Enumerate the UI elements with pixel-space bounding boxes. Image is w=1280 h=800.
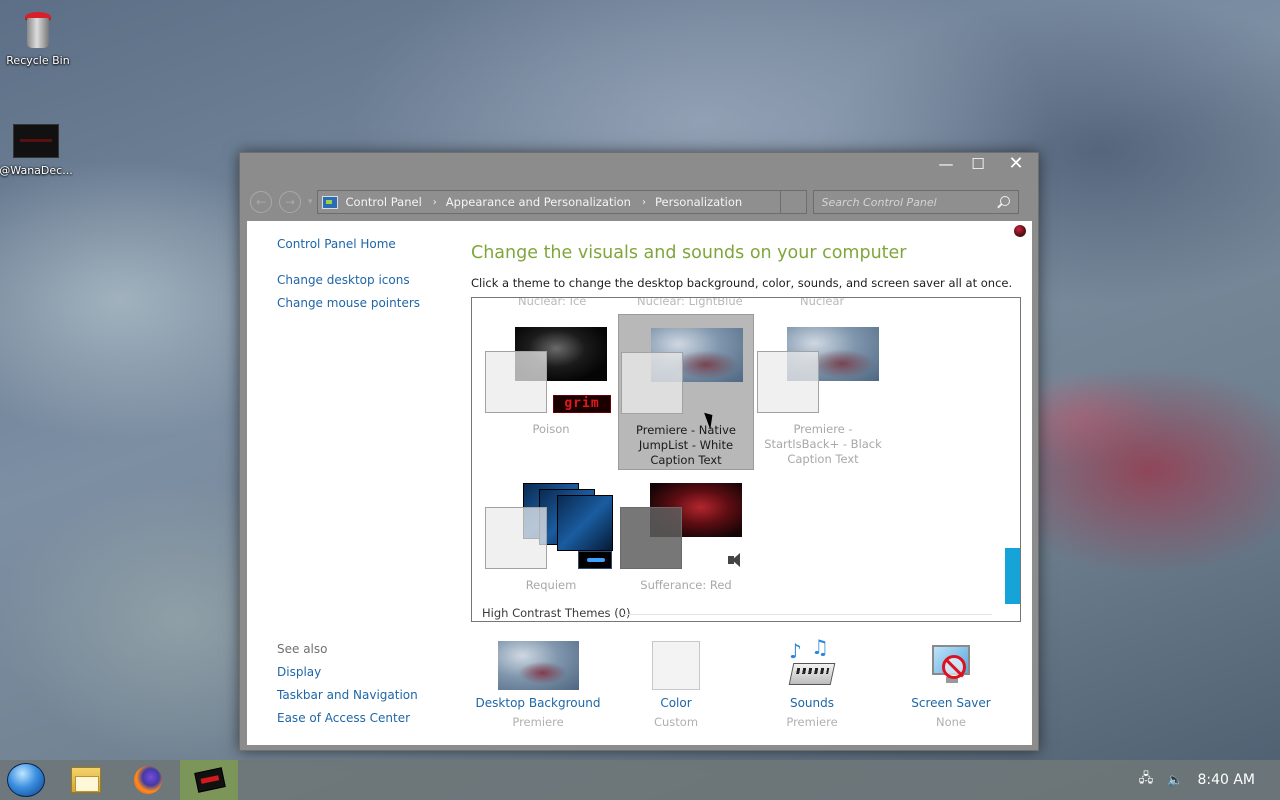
search-icon[interactable] — [999, 196, 1010, 206]
wanacry-app-icon — [194, 767, 226, 793]
taskbar-firefox[interactable] — [118, 760, 176, 800]
theme-sufferance-red[interactable]: Sufferance: Red — [618, 470, 754, 621]
firefox-icon — [134, 766, 162, 794]
change-mouse-pointers-link[interactable]: Change mouse pointers — [277, 296, 420, 310]
page-title: Change the visuals and sounds on your co… — [471, 243, 907, 263]
breadcrumb-personalization[interactable]: Personalization — [655, 195, 742, 209]
taskbar-file-explorer[interactable] — [56, 760, 114, 800]
file-explorer-icon — [71, 767, 101, 793]
screen-saver-value: None — [935, 715, 966, 729]
search-input[interactable] — [821, 195, 992, 209]
address-dropdown-button[interactable] — [779, 191, 806, 213]
desktop-background-label[interactable]: Desktop Background — [473, 696, 603, 710]
display-link[interactable]: Display — [277, 665, 321, 679]
breadcrumb-appearance[interactable]: Appearance and Personalization — [446, 195, 631, 209]
taskbar: 🖧 🔈 8:40 AM — [0, 760, 1280, 800]
theme-name-partial[interactable]: Nuclear: LightBlue — [637, 298, 743, 308]
navigation-bar: ← → ▾ Control Panel › Appearance and Per… — [250, 189, 1030, 215]
desktop-icon-label: @WanaDec... — [0, 164, 73, 177]
theme-poison[interactable]: grim Poison — [483, 314, 619, 470]
desktop-icon-recycle-bin[interactable]: Recycle Bin — [0, 10, 76, 67]
theme-premiere-native-jumplist[interactable]: Premiere - Native JumpList - White Capti… — [618, 314, 754, 470]
color-value: Custom — [653, 715, 699, 729]
window-controls: — ☐ ✕ — [930, 153, 1038, 179]
address-bar[interactable]: Control Panel › Appearance and Personali… — [316, 190, 807, 214]
theme-name: Poison — [532, 422, 570, 436]
control-panel-icon — [321, 195, 338, 209]
theme-color-swatch — [621, 352, 683, 414]
sounds-label[interactable]: Sounds — [747, 696, 877, 710]
breadcrumb-control-panel[interactable]: Control Panel — [346, 195, 422, 209]
sounds-value: Premiere — [786, 715, 838, 729]
theme-color-swatch — [757, 351, 819, 413]
theme-color-swatch — [620, 507, 682, 569]
screen-saver-label[interactable]: Screen Saver — [886, 696, 1016, 710]
change-desktop-icons-link[interactable]: Change desktop icons — [277, 273, 410, 287]
theme-color-swatch — [485, 507, 547, 569]
taskbar-and-navigation-link[interactable]: Taskbar and Navigation — [277, 688, 418, 702]
theme-color-swatch — [485, 351, 547, 413]
desktop-background-value: Premiere — [512, 715, 564, 729]
color-label[interactable]: Color — [611, 696, 741, 710]
ease-of-access-center-link[interactable]: Ease of Access Center — [277, 711, 410, 725]
theme-name: Requiem — [525, 578, 577, 592]
desktop-icon-wanadecryptor[interactable]: @WanaDec... — [0, 124, 74, 177]
content-area: Control Panel Home Change desktop icons … — [247, 221, 1032, 745]
back-button[interactable]: ← — [250, 191, 272, 213]
personalization-window: — ☐ ✕ ← → ▾ Control Panel › Appearance a… — [239, 152, 1039, 751]
minimize-button[interactable]: — — [930, 153, 962, 177]
breadcrumb-separator[interactable]: › — [642, 197, 646, 208]
theme-name-partial[interactable]: Nuclear: Ice — [518, 298, 586, 308]
desktop-icon-label: Recycle Bin — [6, 54, 70, 67]
theme-list: Nuclear: Ice Nuclear: LightBlue Nuclear … — [471, 297, 1021, 622]
volume-icon[interactable]: 🔈 — [1167, 773, 1183, 788]
theme-name: Premiere - StartIsBack+ - Black Caption … — [764, 422, 882, 466]
section-divider — [624, 614, 992, 615]
color-setting[interactable]: Color Custom — [611, 641, 741, 729]
speaker-icon — [726, 552, 744, 568]
grim-logo: grim — [553, 395, 611, 413]
color-swatch — [652, 641, 700, 690]
taskbar-wanacry-app[interactable] — [180, 760, 238, 800]
page-description: Click a theme to change the desktop back… — [471, 276, 1013, 290]
clock[interactable]: 8:40 AM — [1197, 772, 1255, 788]
start-button[interactable] — [7, 763, 45, 797]
requiem-logo — [578, 551, 612, 569]
recycle-bin-icon — [23, 10, 53, 50]
sounds-icon: ♪ ♫ — [787, 635, 837, 690]
theme-name-partial[interactable]: Nuclear — [800, 298, 844, 308]
high-contrast-themes-heading[interactable]: High Contrast Themes (0) — [482, 606, 630, 620]
wanadecryptor-icon — [13, 124, 59, 158]
user-avatar-icon[interactable] — [1014, 225, 1026, 237]
theme-name: Premiere - Native JumpList - White Capti… — [635, 423, 736, 467]
search-box[interactable] — [812, 190, 1019, 214]
screen-saver-icon — [926, 641, 976, 690]
system-tray: 🖧 🔈 8:40 AM — [1139, 760, 1280, 800]
desktop-background-setting[interactable]: Desktop Background Premiere — [473, 641, 603, 729]
scrollbar-thumb[interactable] — [1005, 548, 1020, 604]
network-icon[interactable]: 🖧 — [1139, 769, 1154, 791]
screen-saver-setting[interactable]: Screen Saver None — [886, 641, 1016, 729]
maximize-button[interactable]: ☐ — [962, 153, 994, 177]
forward-button[interactable]: → — [279, 191, 301, 213]
theme-premiere-startisback[interactable]: Premiere - StartIsBack+ - Black Caption … — [755, 314, 891, 470]
desktop-background-thumbnail — [497, 641, 579, 690]
close-button[interactable]: ✕ — [994, 153, 1038, 177]
breadcrumb-separator[interactable]: › — [433, 197, 437, 208]
see-also-heading: See also — [277, 642, 328, 656]
theme-name: Sufferance: Red — [640, 578, 732, 592]
theme-requiem[interactable]: Requiem — [483, 470, 619, 621]
control-panel-home-link[interactable]: Control Panel Home — [277, 237, 396, 251]
recent-locations-dropdown[interactable]: ▾ — [308, 197, 313, 207]
sounds-setting[interactable]: ♪ ♫ Sounds Premiere — [747, 635, 877, 729]
